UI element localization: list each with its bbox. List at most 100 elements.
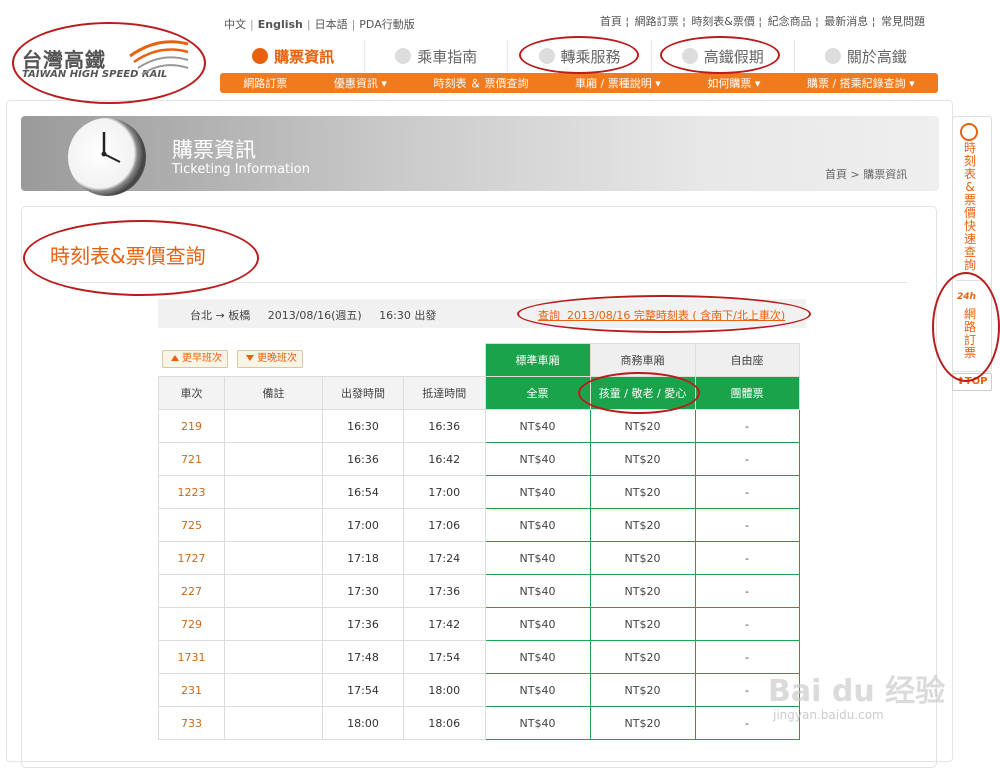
breadcrumb[interactable]: 首頁 > 購票資訊: [825, 166, 907, 182]
cell-full-fare: NT$40: [484, 673, 591, 707]
cell-arrival: 17:06: [403, 508, 486, 542]
top-link-booking[interactable]: 網路訂票: [635, 15, 679, 28]
top-link-news[interactable]: 最新消息: [824, 15, 868, 28]
subnav-timetable[interactable]: 時刻表 ＆ 票價查詢: [433, 75, 528, 91]
subnav-car-types[interactable]: 車廂 / 票種說明 ▾: [575, 75, 661, 91]
cell-train[interactable]: 219: [158, 409, 225, 443]
banner-title: 購票資訊: [172, 138, 256, 162]
cell-group-fare: -: [694, 442, 800, 476]
cell-concession-fare: NT$20: [589, 640, 696, 674]
cell-note: [224, 706, 323, 740]
lang-zh[interactable]: 中文: [224, 18, 246, 31]
sub-nav: 網路訂票 優惠資訊 ▾ 時刻表 ＆ 票價查詢 車廂 / 票種說明 ▾ 如何購票 …: [220, 73, 938, 93]
top-link-timetable[interactable]: 時刻表&票價: [691, 15, 755, 28]
cell-arrival: 17:00: [403, 475, 486, 509]
tab-label: 高鐵假期: [703, 47, 764, 66]
cell-arrival: 17:42: [403, 607, 486, 641]
cell-departure: 17:36: [322, 607, 404, 641]
tab-business-car[interactable]: 商務車廂: [589, 343, 696, 377]
language-bar: 中文 | English | 日本語 | PDA行動版: [224, 18, 415, 31]
cell-departure: 17:54: [322, 673, 404, 707]
subnav-records[interactable]: 購票 / 搭乘紀錄查詢 ▾: [807, 75, 915, 91]
table-row: 219 16:30 16:36 NT$40 NT$20-: [158, 409, 800, 443]
col-arrival: 抵達時間: [403, 376, 486, 410]
query-summary: 台北 → 板橋 2013/08/16(週五) 16:30 出發: [190, 309, 437, 322]
tab-vacation[interactable]: 高鐵假期: [652, 40, 795, 72]
cell-note: [224, 574, 323, 608]
full-timetable-link[interactable]: 查詢 2013/08/16 完整時刻表 ( 含南下/北上車次): [538, 307, 785, 323]
cell-note: [224, 409, 323, 443]
tab-label: 購票資訊: [274, 47, 335, 66]
table-row: 725 17:00 17:06 NT$40 NT$20-: [158, 508, 800, 542]
top-link-faq[interactable]: 常見問題: [881, 15, 925, 28]
cell-concession-fare: NT$20: [589, 541, 696, 575]
cell-group-fare: -: [694, 508, 800, 542]
tab-free-seating[interactable]: 自由座: [694, 343, 800, 377]
cell-concession-fare: NT$20: [589, 574, 696, 608]
lang-pda[interactable]: PDA行動版: [359, 18, 414, 31]
watermark-logo: Bai du 经验: [768, 674, 946, 709]
col-full-fare: 全票: [484, 376, 591, 410]
subnav-booking[interactable]: 網路訂票: [243, 75, 287, 91]
clock-small-icon: [960, 123, 978, 141]
table-row: 721 16:36 16:42 NT$40 NT$20-: [158, 442, 800, 476]
lang-en[interactable]: English: [258, 18, 303, 31]
cell-arrival: 16:42: [403, 442, 486, 476]
online-booking-link[interactable]: 網路訂票: [963, 308, 977, 360]
top-link-souvenir[interactable]: 紀念商品: [768, 15, 812, 28]
cell-train[interactable]: 1223: [158, 475, 225, 509]
tab-transfer[interactable]: 轉乘服務: [508, 40, 652, 72]
tab-guide[interactable]: 乘車指南: [365, 40, 509, 72]
cell-arrival: 18:00: [403, 673, 486, 707]
cell-full-fare: NT$40: [484, 574, 591, 608]
cell-note: [224, 541, 323, 575]
tab-ticketing[interactable]: 購票資訊: [222, 40, 366, 72]
timetable-table: 標準車廂 商務車廂 自由座 車次 備註 出發時間 抵達時間 全票 孩童 / 敬老…: [158, 343, 800, 740]
cell-concession-fare: NT$20: [589, 607, 696, 641]
col-departure: 出發時間: [322, 376, 404, 410]
tab-standard-car[interactable]: 標準車廂: [484, 343, 591, 377]
cell-arrival: 18:06: [403, 706, 486, 740]
cell-train[interactable]: 1731: [158, 640, 225, 674]
cell-group-fare: -: [694, 475, 800, 509]
cell-concession-fare: NT$20: [589, 409, 696, 443]
subnav-discounts[interactable]: 優惠資訊 ▾: [334, 75, 387, 91]
top-link-home[interactable]: 首頁: [600, 15, 622, 28]
col-group-fare: 團體票: [694, 376, 800, 410]
cell-train[interactable]: 1727: [158, 541, 225, 575]
cell-arrival: 17:54: [403, 640, 486, 674]
cell-note: [224, 508, 323, 542]
arrow-up-icon: ⬆: [956, 376, 965, 387]
cell-train[interactable]: 725: [158, 508, 225, 542]
cell-departure: 17:18: [322, 541, 404, 575]
table-row: 231 17:54 18:00 NT$40 NT$20-: [158, 673, 800, 707]
lang-ja[interactable]: 日本語: [315, 18, 348, 31]
cell-train[interactable]: 733: [158, 706, 225, 740]
subnav-how-to-buy[interactable]: 如何購票 ▾: [707, 75, 760, 91]
cell-group-fare: -: [694, 607, 800, 641]
cell-train[interactable]: 729: [158, 607, 225, 641]
info-icon: [824, 48, 841, 64]
cell-train[interactable]: 721: [158, 442, 225, 476]
cell-departure: 16:36: [322, 442, 404, 476]
table-row: 227 17:30 17:36 NT$40 NT$20-: [158, 574, 800, 608]
transfer-icon: [538, 48, 555, 64]
cell-concession-fare: NT$20: [589, 673, 696, 707]
cell-concession-fare: NT$20: [589, 508, 696, 542]
quick-timetable-link[interactable]: 時刻表&票價快速查詢: [963, 142, 977, 272]
cell-arrival: 17:36: [403, 574, 486, 608]
cell-note: [224, 673, 323, 707]
cell-full-fare: NT$40: [484, 607, 591, 641]
clock-icon: [68, 118, 146, 196]
main-nav: 購票資訊 乘車指南 轉乘服務 高鐵假期 關於高鐵: [222, 40, 937, 72]
table-row: 1223 16:54 17:00 NT$40 NT$20-: [158, 475, 800, 509]
cell-concession-fare: NT$20: [589, 442, 696, 476]
tab-about[interactable]: 關於高鐵: [795, 40, 937, 72]
ticket-icon: [252, 48, 269, 64]
24h-icon: 24h: [957, 292, 976, 302]
cell-train[interactable]: 227: [158, 574, 225, 608]
cell-full-fare: NT$40: [484, 442, 591, 476]
col-concession-fare: 孩童 / 敬老 / 愛心: [589, 376, 696, 410]
back-to-top-button[interactable]: ⬆TOP: [952, 373, 992, 391]
cell-train[interactable]: 231: [158, 673, 225, 707]
